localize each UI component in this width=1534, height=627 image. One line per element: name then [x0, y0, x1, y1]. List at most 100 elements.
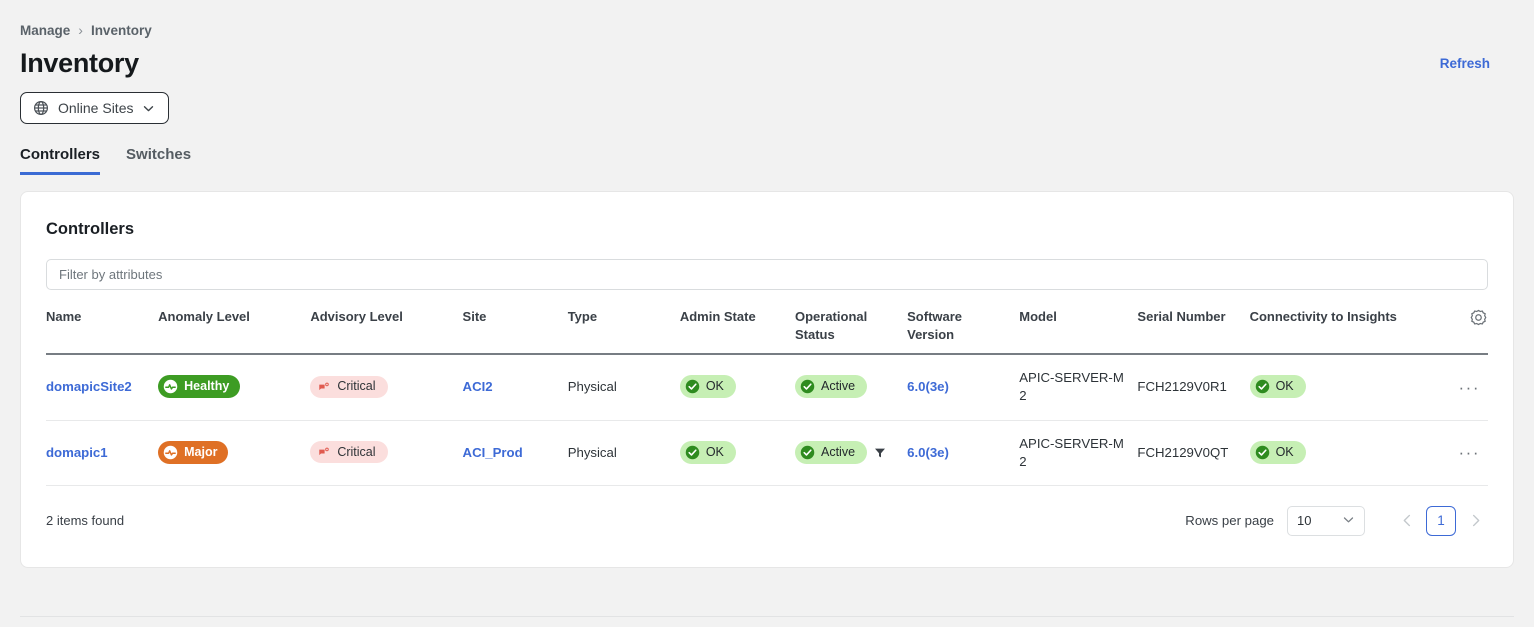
operational-label: Active: [820, 444, 856, 459]
check-circle-icon: [685, 445, 700, 460]
column-header-software-version[interactable]: Software Version: [907, 308, 1019, 354]
rows-per-page-value: 10: [1297, 513, 1312, 529]
table-row: domapicSite2 Healthy Critical ACI2 Physi…: [46, 354, 1488, 421]
status-badge-anomaly: Healthy: [158, 375, 241, 399]
status-badge-admin-state: OK: [679, 440, 736, 464]
table-settings-button[interactable]: [1436, 308, 1488, 354]
cell-operational-status: Active: [794, 420, 908, 486]
rows-per-page-label: Rows per page: [1185, 513, 1274, 529]
page-number-1[interactable]: 1: [1426, 505, 1456, 536]
status-badge-operational: Active: [794, 375, 868, 399]
status-badge-admin-state: OK: [679, 375, 736, 399]
column-header-serial-number[interactable]: Serial Number: [1137, 308, 1249, 354]
chevron-down-icon: [142, 102, 155, 115]
breadcrumb: Manage › Inventory: [0, 0, 1534, 38]
cell-operational-status: Active: [794, 354, 908, 421]
admin-state-label: OK: [705, 444, 724, 459]
breadcrumb-item-manage[interactable]: Manage: [20, 23, 70, 38]
page-bottom-divider: [20, 616, 1514, 617]
cell-software-version[interactable]: 6.0(3e): [907, 354, 1020, 421]
table-body: domapicSite2 Healthy Critical ACI2 Physi…: [46, 354, 1488, 486]
cell-name[interactable]: domapicSite2: [46, 354, 159, 421]
check-circle-icon: [800, 379, 815, 394]
cell-software-version[interactable]: 6.0(3e): [907, 420, 1020, 486]
status-badge-connectivity: OK: [1249, 375, 1306, 399]
cell-model: APIC-SERVER-M2: [1019, 420, 1138, 486]
table-footer: 2 items found Rows per page 10 1: [46, 505, 1488, 536]
page-header: Inventory Refresh: [0, 38, 1534, 79]
cell-admin-state: OK: [679, 420, 795, 486]
card-title: Controllers: [46, 220, 135, 238]
online-sites-label: Online Sites: [58, 100, 134, 116]
column-header-operational-status[interactable]: Operational Status: [795, 308, 907, 354]
tab-controllers[interactable]: Controllers: [20, 146, 101, 175]
row-actions-menu[interactable]: ···: [1435, 420, 1488, 486]
status-badge-advisory: Critical: [310, 375, 388, 398]
cell-model: APIC-SERVER-M2: [1019, 354, 1138, 421]
online-sites-dropdown[interactable]: Online Sites: [20, 92, 170, 124]
breadcrumb-item-inventory[interactable]: Inventory: [91, 23, 152, 38]
cell-site[interactable]: ACI2: [462, 354, 568, 421]
controllers-card: Controllers Name Anomaly Level Advisory …: [20, 191, 1514, 568]
globe-icon: [33, 100, 49, 116]
anomaly-label: Healthy: [184, 379, 230, 394]
connectivity-label: OK: [1275, 379, 1294, 394]
advisory-label: Critical: [337, 444, 376, 459]
cell-anomaly-level: Healthy: [158, 354, 311, 421]
column-header-type[interactable]: Type: [568, 308, 680, 354]
connectivity-label: OK: [1275, 444, 1294, 459]
table-header: Name Anomaly Level Advisory Level Site T…: [46, 308, 1488, 355]
cell-name[interactable]: domapic1: [46, 420, 159, 486]
check-circle-icon: [685, 379, 700, 394]
next-page-button[interactable]: [1462, 508, 1488, 534]
cell-type: Physical: [567, 354, 680, 421]
cell-serial-number: FCH2129V0R1: [1137, 354, 1250, 421]
breadcrumb-separator-icon: ›: [78, 22, 83, 38]
table-row: domapic1 Major Critical ACI_Prod Physica…: [46, 420, 1488, 486]
cell-anomaly-level: Major: [158, 420, 311, 486]
site-selector-container: Online Sites: [0, 79, 1534, 124]
anomaly-label: Major: [184, 444, 218, 459]
column-header-advisory-level[interactable]: Advisory Level: [310, 308, 462, 354]
column-header-anomaly-level[interactable]: Anomaly Level: [158, 308, 310, 354]
rows-per-page-select[interactable]: 10: [1287, 505, 1365, 536]
pulse-icon: [163, 445, 178, 460]
cell-serial-number: FCH2129V0QT: [1137, 420, 1250, 486]
column-header-connectivity-to-insights[interactable]: Connectivity to Insights: [1250, 308, 1436, 354]
column-header-model[interactable]: Model: [1019, 308, 1137, 354]
refresh-button[interactable]: Refresh: [1440, 56, 1490, 71]
page-title: Inventory: [20, 48, 139, 78]
tab-switches[interactable]: Switches: [126, 146, 191, 175]
cell-advisory-level: Critical: [310, 420, 463, 486]
status-badge-advisory: Critical: [310, 441, 388, 464]
cell-admin-state: OK: [679, 354, 795, 421]
column-header-admin-state[interactable]: Admin State: [680, 308, 795, 354]
megaphone-icon: [317, 445, 331, 459]
cell-site[interactable]: ACI_Prod: [462, 420, 568, 486]
previous-page-button[interactable]: [1394, 508, 1420, 534]
check-circle-icon: [800, 445, 815, 460]
tab-bar: Controllers Switches: [0, 124, 1534, 175]
check-circle-icon: [1255, 379, 1270, 394]
filter-input[interactable]: [46, 259, 1488, 290]
table-header-row: Name Anomaly Level Advisory Level Site T…: [46, 308, 1488, 355]
check-circle-icon: [1255, 445, 1270, 460]
status-badge-anomaly: Major: [158, 440, 229, 464]
status-badge-operational: Active: [794, 440, 868, 464]
filter-icon[interactable]: [874, 446, 886, 458]
pagination-controls: Rows per page 10 1: [1185, 505, 1488, 536]
row-actions-menu[interactable]: ···: [1435, 354, 1488, 421]
controllers-table: Name Anomaly Level Advisory Level Site T…: [46, 308, 1488, 486]
pulse-icon: [163, 379, 178, 394]
column-header-name[interactable]: Name: [46, 308, 158, 354]
column-header-site[interactable]: Site: [463, 308, 568, 354]
status-badge-connectivity: OK: [1249, 440, 1306, 464]
cell-connectivity: OK: [1249, 354, 1436, 421]
operational-label: Active: [820, 379, 856, 394]
advisory-label: Critical: [337, 379, 376, 394]
megaphone-icon: [317, 380, 331, 394]
cell-connectivity: OK: [1249, 420, 1436, 486]
cell-advisory-level: Critical: [310, 354, 463, 421]
cell-type: Physical: [567, 420, 680, 486]
chevron-down-icon: [1342, 513, 1355, 529]
